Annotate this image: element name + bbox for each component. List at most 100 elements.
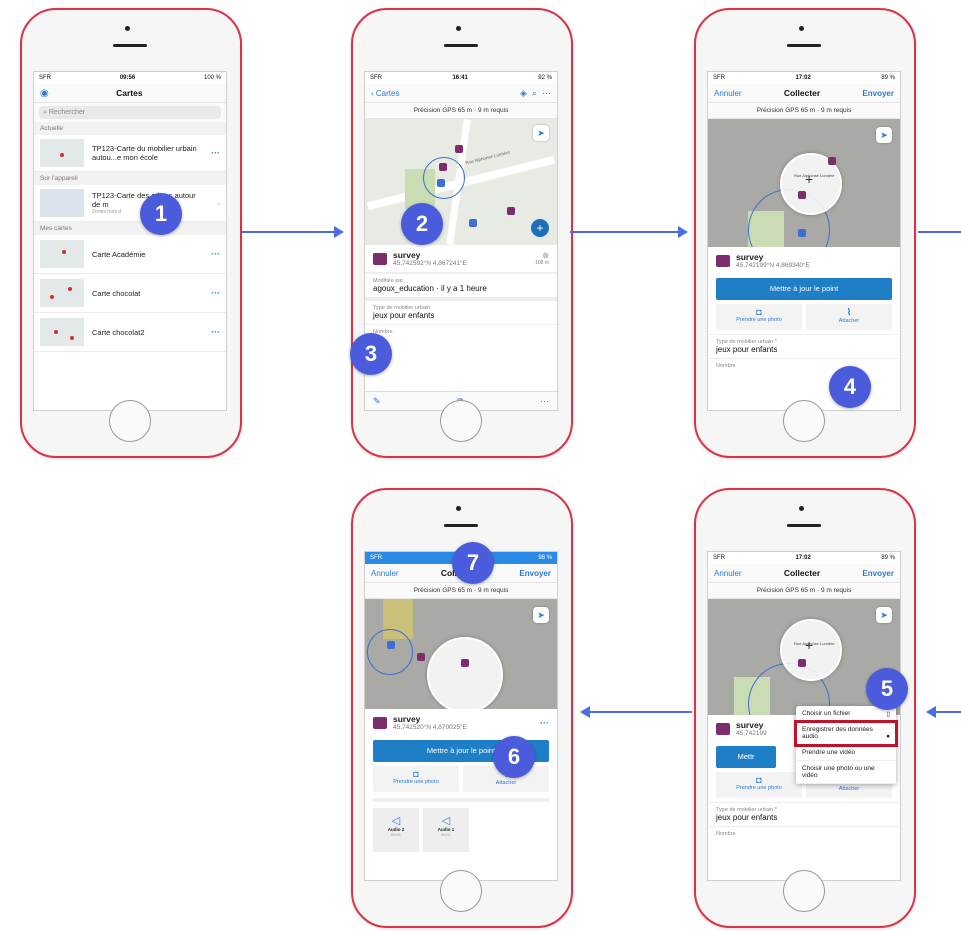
feature-pin[interactable] (439, 163, 447, 171)
more-icon[interactable]: ··· (211, 148, 220, 158)
chevron-left-icon: ‹ (371, 88, 374, 98)
update-point-button[interactable]: Mettre à jour le point (716, 278, 892, 300)
more-icon[interactable]: ··· (211, 288, 220, 298)
feature-pin[interactable] (507, 207, 515, 215)
arrow-step-3-continues (918, 231, 961, 233)
menu-item-record-audio[interactable]: Enregistrer des données audio ● (794, 720, 898, 747)
phone-3: SFR 17:02 89 % Annuler Collecter Envoyer… (694, 8, 916, 458)
section-my-maps: Mes cartes (34, 222, 226, 235)
home-button[interactable] (783, 400, 825, 442)
send-button[interactable]: Envoyer (519, 569, 551, 578)
file-icon: ▯ (886, 711, 890, 718)
more-icon[interactable]: ··· (540, 396, 549, 406)
feature-title: survey (393, 250, 421, 260)
locate-icon[interactable]: ➤ (533, 125, 549, 141)
screen-map-view: SFR 16:41 92 % ‹ Cartes ◈ ⌕ ··· Précisio… (364, 71, 558, 411)
modified-field: Modifiée par agoux_education · il y a 1 … (365, 273, 557, 297)
field-value: agoux_education · il y a 1 heure (373, 284, 487, 293)
cancel-button[interactable]: Annuler (714, 89, 742, 98)
feature-pin[interactable] (417, 653, 425, 661)
map-thumbnail (40, 189, 84, 217)
edit-icon[interactable]: ✎ (373, 396, 381, 407)
battery: 100 % (203, 75, 221, 81)
paperclip-icon: ⌇ (846, 307, 852, 317)
home-button[interactable] (440, 400, 482, 442)
attach-button[interactable]: ⌇Attacher (806, 304, 892, 330)
map-item[interactable]: Carte chocolat2 ··· (34, 313, 226, 352)
map-item-device[interactable]: TP123-Carte des arbres autour de m Zones… (34, 185, 226, 222)
back-button[interactable]: ‹ Cartes (371, 89, 399, 98)
cancel-button[interactable]: Annuler (714, 569, 742, 578)
speaker-icon: ◁ (441, 815, 451, 827)
feature-pin[interactable] (461, 659, 469, 667)
selected-pin[interactable] (469, 219, 477, 227)
search-icon[interactable]: ⌕ (532, 88, 537, 98)
type-field[interactable]: Type de mobilier urbain * jeux pour enfa… (708, 802, 900, 826)
home-button[interactable] (109, 400, 151, 442)
battery: 89 % (881, 555, 895, 561)
step-badge-4: 4 (829, 366, 871, 408)
layers-icon[interactable]: ◈ (520, 88, 527, 98)
take-photo-button[interactable]: ◘ Prendre une photo (716, 772, 802, 798)
send-button[interactable]: Envoyer (862, 89, 894, 98)
feature-coordinates: 45,742199 (736, 730, 767, 737)
nav-bar: Annuler Collecter Envoyer (708, 564, 900, 583)
take-photo-button[interactable]: ◘ Prendre une photo (716, 304, 802, 330)
send-button[interactable]: Envoyer (862, 569, 894, 578)
more-icon[interactable]: ··· (211, 249, 220, 259)
feature-pin[interactable] (455, 145, 463, 153)
map-canvas[interactable]: Rue Alphonse Lumière ➤ + (365, 119, 557, 245)
more-icon[interactable]: ··· (542, 88, 551, 98)
locate-icon[interactable]: ➤ (876, 127, 892, 143)
locate-icon[interactable]: ➤ (533, 607, 549, 623)
menu-item-choose-photo[interactable]: Choisir une photo ou une vidéo (796, 761, 896, 784)
profile-icon[interactable]: ◉ (40, 88, 49, 99)
cancel-button[interactable]: Annuler (371, 569, 399, 578)
audio-duration: 00:01 (440, 832, 451, 837)
more-icon[interactable]: ··· (540, 718, 549, 728)
count-field[interactable]: Nombre (708, 358, 900, 373)
map-item[interactable]: Carte Académie ··· (34, 235, 226, 274)
take-photo-button[interactable]: ◘ Prendre une photo (373, 766, 459, 792)
camera-dot (799, 26, 804, 31)
feature-pin[interactable] (798, 659, 806, 667)
speaker-grille (787, 524, 821, 527)
menu-item-label: Prendre une vidéo (802, 749, 856, 756)
feature-pin[interactable] (828, 157, 836, 165)
speaker-icon: ◁ (391, 815, 401, 827)
step-badge-2: 2 (401, 203, 443, 245)
map-canvas[interactable]: + Rue Alphonse Lumière ➤ (708, 119, 900, 247)
street-label: Rue Alphonse Lumière (465, 149, 511, 166)
home-button[interactable] (783, 870, 825, 912)
status-bar: SFR 16:41 92 % (365, 72, 557, 84)
count-field[interactable]: Nombre (708, 826, 900, 841)
audio-duration: 00:01 (390, 832, 401, 837)
feature-sheet: survey 45,742520°N 4,870025°E ··· Mettre… (365, 709, 557, 852)
type-field: Type de mobilier urbain jeux pour enfant… (365, 297, 557, 324)
feature-title: survey (736, 252, 764, 262)
map-item-current[interactable]: TP123-Carte du mobilier urbain autou...e… (34, 135, 226, 172)
menu-item-take-video[interactable]: Prendre une vidéo (796, 745, 896, 761)
feature-header[interactable]: survey 45,742592°N 4,867241°E ⊗ 108 m (365, 245, 557, 273)
arrow-step-2-to-3 (570, 226, 688, 238)
map-canvas[interactable]: ➤ (365, 599, 557, 709)
search-input[interactable]: ⌕ Rechercher (39, 106, 221, 119)
add-feature-button[interactable]: + (531, 219, 549, 237)
audio-attachment[interactable]: ◁ Audio 2 00:01 (373, 808, 419, 852)
type-field[interactable]: Type de mobilier urbain * jeux pour enfa… (708, 334, 900, 358)
update-point-button[interactable]: Mettr (716, 746, 776, 768)
more-icon[interactable]: ··· (211, 327, 220, 337)
home-button[interactable] (440, 870, 482, 912)
section-current: Actuelle (34, 122, 226, 135)
step-badge-7: 7 (452, 542, 494, 584)
chevron-right-icon[interactable]: › (218, 199, 221, 208)
feature-sheet: survey 45,742592°N 4,867241°E ⊗ 108 m Mo… (365, 245, 557, 339)
attach-label: Attacher (838, 318, 860, 324)
map-item[interactable]: Carte chocolat ··· (34, 274, 226, 313)
feature-icon (373, 252, 387, 265)
feature-pin[interactable] (798, 191, 806, 199)
close-icon[interactable]: ⊗ (535, 251, 549, 260)
map-thumbnail (40, 139, 84, 167)
audio-attachment[interactable]: ◁ Audio 1 00:01 (423, 808, 469, 852)
locate-icon[interactable]: ➤ (876, 607, 892, 623)
